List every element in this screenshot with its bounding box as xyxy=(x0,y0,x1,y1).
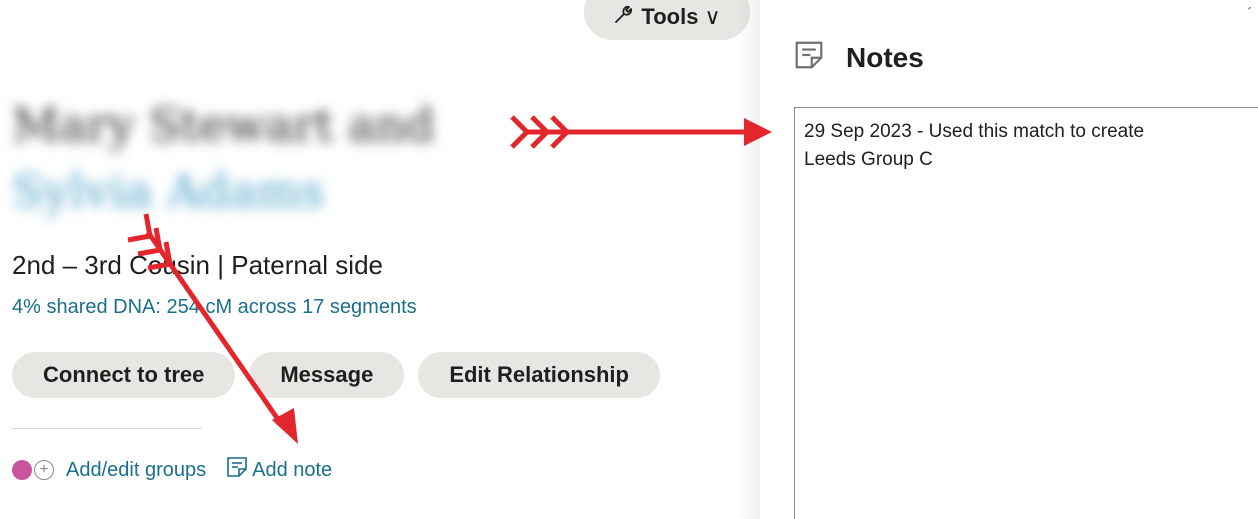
add-group-icon[interactable]: + xyxy=(34,460,54,480)
match-name-line1: Mary Stewart and xyxy=(12,98,435,152)
edit-relationship-button[interactable]: Edit Relationship xyxy=(418,352,660,398)
match-detail-panel: Tools ∨ Mary Stewart and Sylvia Adams 2n… xyxy=(0,0,760,519)
match-name-line2[interactable]: Sylvia Adams xyxy=(12,158,442,224)
relationship-label: 2nd – 3rd Cousin | Paternal side xyxy=(12,250,383,280)
message-button[interactable]: Message xyxy=(249,352,405,398)
tools-button[interactable]: Tools ∨ xyxy=(584,0,750,40)
match-name[interactable]: Mary Stewart and Sylvia Adams xyxy=(12,92,442,224)
notes-title: Notes xyxy=(846,41,924,73)
panel-shadow xyxy=(738,0,760,519)
groups-row: + Add/edit groups Add note xyxy=(12,456,332,484)
note-icon xyxy=(226,456,248,484)
notes-icon xyxy=(794,40,824,75)
note-text: 29 Sep 2023 - Used this match to create … xyxy=(804,121,1145,170)
notes-panel: ˊ Notes 29 Sep 2023 - Used this match to… xyxy=(760,0,1258,519)
shared-dna-link[interactable]: 4% shared DNA: 254 cM across 17 segments xyxy=(12,296,417,319)
divider xyxy=(12,428,202,429)
add-edit-groups-link[interactable]: Add/edit groups xyxy=(66,459,206,482)
connect-to-tree-button[interactable]: Connect to tree xyxy=(12,352,236,398)
action-buttons: Connect to tree Message Edit Relationshi… xyxy=(12,352,660,398)
chevron-down-icon: ∨ xyxy=(704,4,721,29)
add-note-link[interactable]: Add note xyxy=(252,459,332,482)
close-icon[interactable]: ˊ xyxy=(1247,6,1252,24)
notes-header: Notes xyxy=(794,40,924,75)
tools-label: Tools xyxy=(641,4,699,29)
notes-textarea[interactable]: 29 Sep 2023 - Used this match to create … xyxy=(794,107,1258,519)
wrench-icon xyxy=(613,4,635,30)
group-color-dot xyxy=(12,460,32,480)
